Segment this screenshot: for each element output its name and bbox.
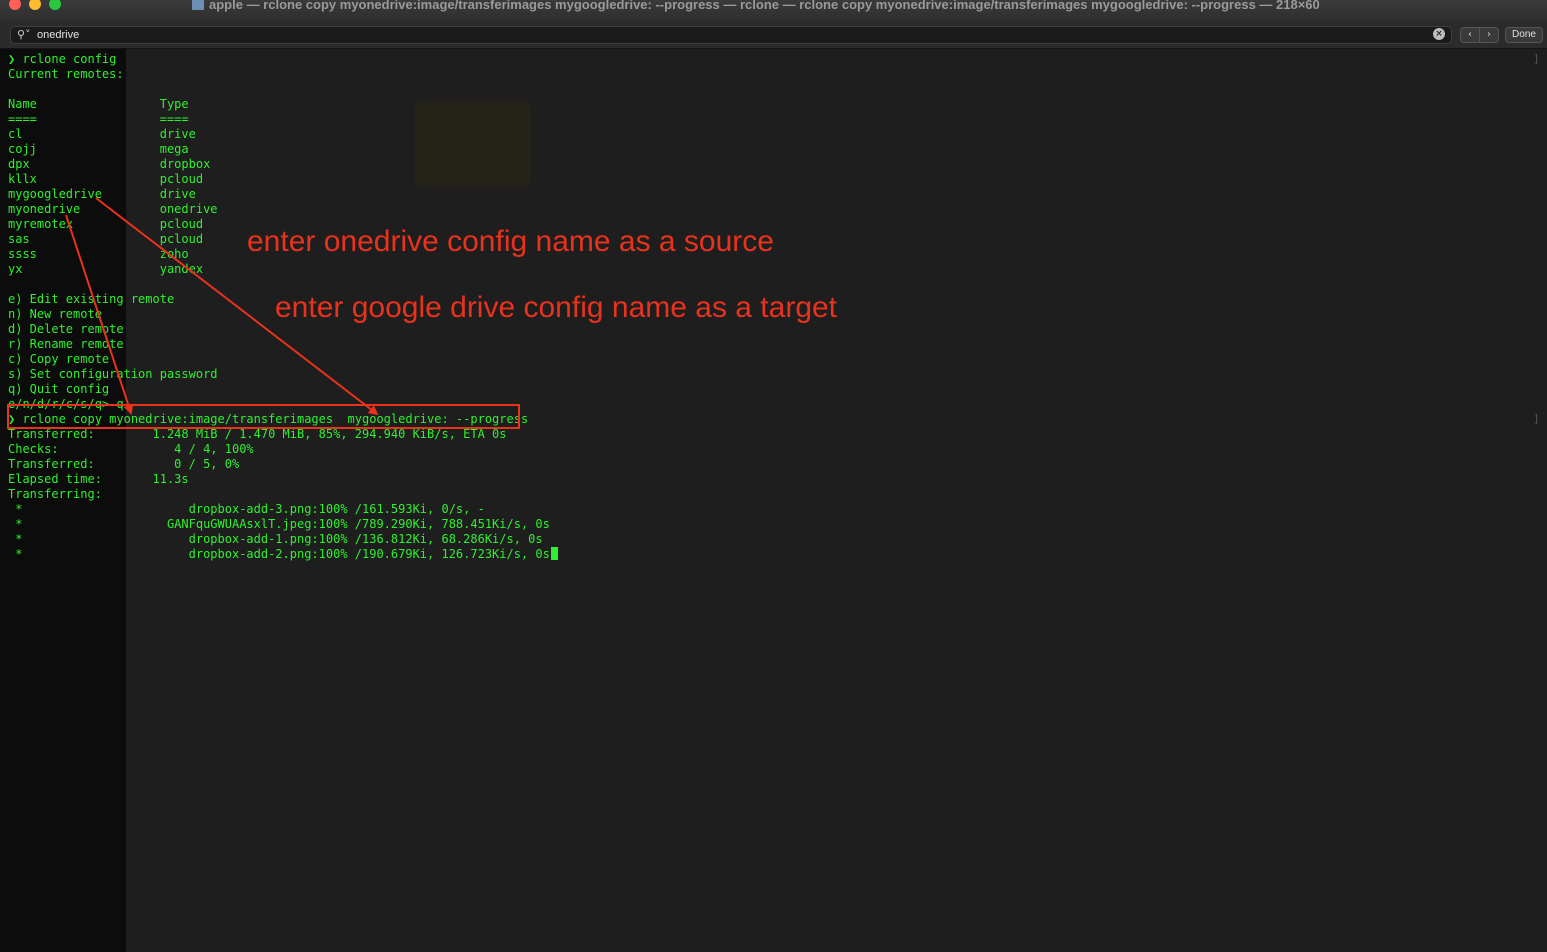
terminal-line: mygoogledrive drive	[8, 187, 196, 201]
terminal-line: Elapsed time: 11.3s	[8, 472, 189, 486]
terminal-line: r) Rename remote	[8, 337, 124, 351]
terminal-line: cl drive	[8, 127, 196, 141]
terminal-line: Name Type	[8, 97, 189, 111]
terminal-line: Checks: 4 / 4, 100%	[8, 442, 254, 456]
terminal-line: ❯ rclone config	[8, 52, 117, 66]
done-button[interactable]: Done	[1505, 27, 1543, 43]
terminal-line: cojj mega	[8, 142, 189, 156]
terminal-line: * GANFquGWUAAsxlT.jpeg:100% /789.290Ki, …	[8, 517, 550, 531]
scroll-marker-top: ]	[1533, 52, 1540, 65]
terminal-line: myonedrive onedrive	[8, 202, 218, 216]
terminal-line: s) Set configuration password	[8, 367, 218, 381]
terminal-line: * dropbox-add-3.png:100% /161.593Ki, 0/s…	[8, 502, 485, 516]
terminal-line: Transferred: 1.248 MiB / 1.470 MiB, 85%,…	[8, 427, 507, 441]
terminal-line: c) Copy remote	[8, 352, 110, 366]
close-window-button[interactable]	[9, 0, 21, 10]
terminal-line: kllx pcloud	[8, 172, 204, 186]
search-input[interactable]	[37, 28, 1417, 42]
zoom-window-button[interactable]	[49, 0, 61, 10]
terminal-line: * dropbox-add-2.png:100% /190.679Ki, 126…	[8, 547, 558, 562]
command-highlight-box	[7, 404, 520, 429]
source-annotation: enter onedrive config name as a source	[247, 225, 774, 258]
next-match-button[interactable]: ›	[1479, 27, 1499, 43]
target-annotation: enter google drive config name as a targ…	[275, 291, 838, 324]
window-title: apple — rclone copy myonedrive:image/tra…	[192, 0, 1320, 12]
terminal-cursor	[550, 547, 558, 560]
folder-icon	[192, 0, 204, 10]
terminal-line: Transferred: 0 / 5, 0%	[8, 457, 240, 471]
window-title-bar: apple — rclone copy myonedrive:image/tra…	[0, 0, 1547, 23]
terminal-line: * dropbox-add-1.png:100% /136.812Ki, 68.…	[8, 532, 543, 546]
terminal-line: ==== ====	[8, 112, 189, 126]
terminal-line: Transferring:	[8, 487, 102, 501]
terminal-line: yx yandex	[8, 262, 204, 276]
minimize-window-button[interactable]	[29, 0, 41, 10]
search-icon[interactable]: ⚲˅	[17, 28, 31, 41]
scroll-marker-mid: ]	[1533, 412, 1540, 425]
previous-match-button[interactable]: ‹	[1460, 27, 1480, 43]
terminal-line: q) Quit config	[8, 382, 110, 396]
find-bar: ⚲˅ × ‹ › Done	[0, 22, 1547, 49]
window-title-text: apple — rclone copy myonedrive:image/tra…	[209, 0, 1320, 12]
search-box[interactable]: ⚲˅ ×	[10, 26, 1452, 44]
terminal-line: dpx dropbox	[8, 157, 211, 171]
clear-search-icon[interactable]: ×	[1433, 28, 1445, 40]
terminal-line: Current remotes:	[8, 67, 124, 81]
